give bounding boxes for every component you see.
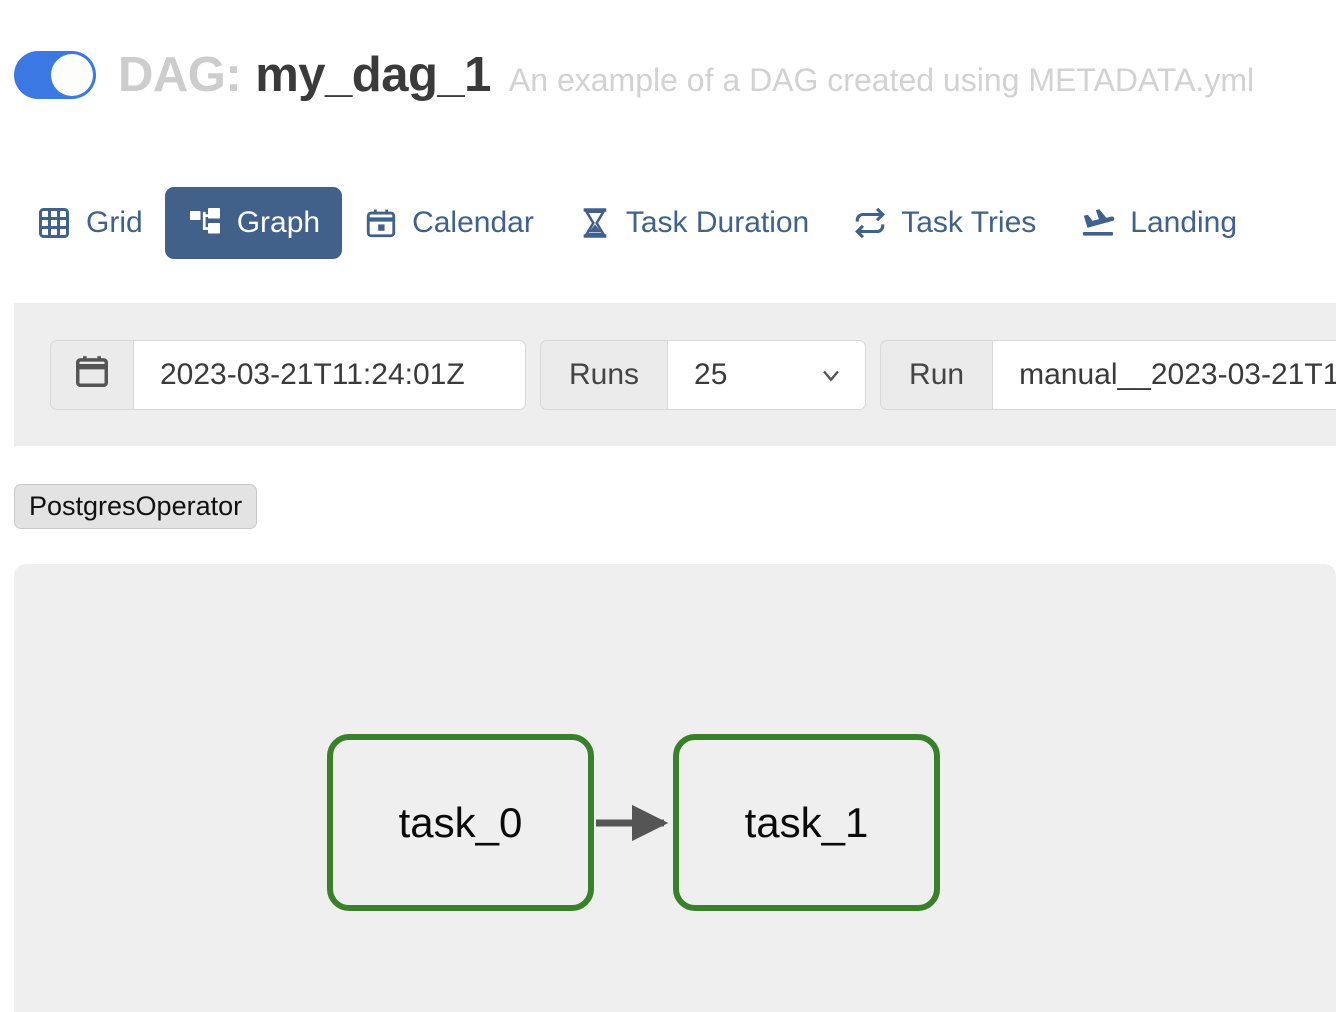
dag-pause-toggle[interactable]: [14, 51, 96, 99]
page-title: DAG: my_dag_1 An example of a DAG create…: [118, 47, 1254, 103]
repeat-icon: [853, 206, 887, 240]
legend-badge-postgresoperator[interactable]: PostgresOperator: [14, 484, 258, 529]
graph-icon: [187, 205, 223, 241]
view-tabs: Grid Graph Calendar Task Duration Task T…: [14, 178, 1259, 268]
tab-graph[interactable]: Graph: [164, 187, 343, 259]
runs-count-select[interactable]: 25: [668, 339, 867, 410]
dag-label: DAG:: [118, 48, 242, 102]
tab-landing-times[interactable]: Landing: [1058, 187, 1259, 259]
tab-task-tries[interactable]: Task Tries: [831, 188, 1058, 258]
hourglass-icon: [578, 206, 612, 240]
chevron-down-icon: [817, 361, 845, 389]
graph-node-task_1[interactable]: task_1: [673, 734, 940, 911]
tab-task-tries-label: Task Tries: [901, 206, 1037, 239]
tab-landing-times-label: Landing: [1130, 206, 1238, 239]
date-picker-button[interactable]: [50, 339, 134, 410]
runs-label: Runs: [540, 339, 669, 410]
run-id-select[interactable]: manual__2023-03-21T11:2: [993, 339, 1336, 410]
tab-graph-label: Graph: [236, 206, 321, 239]
runs-count-value: 25: [694, 357, 728, 391]
graph-node-task_0[interactable]: task_0: [327, 734, 594, 911]
tab-calendar[interactable]: Calendar: [342, 188, 556, 258]
dag-header: DAG: my_dag_1 An example of a DAG create…: [0, 0, 1336, 150]
tab-grid-label: Grid: [86, 206, 143, 239]
plane-landing-icon: [1080, 205, 1116, 241]
tab-task-duration-label: Task Duration: [625, 206, 810, 239]
grid-icon: [36, 205, 72, 241]
execution-date-input[interactable]: 2023-03-21T11:24:01Z: [134, 339, 526, 410]
toggle-knob: [51, 54, 93, 96]
graph-node-label: task_0: [398, 798, 523, 846]
tab-grid[interactable]: Grid: [14, 187, 165, 259]
run-select-group: Run manual__2023-03-21T11:2: [880, 339, 1336, 410]
operator-legend: PostgresOperator: [14, 484, 258, 529]
dag-graph-canvas[interactable]: task_0 task_1: [14, 564, 1336, 1012]
run-filter-bar: 2023-03-21T11:24:01Z Runs 25 Run manual_…: [14, 303, 1336, 446]
tab-calendar-label: Calendar: [412, 206, 534, 239]
run-label: Run: [880, 339, 994, 410]
calendar-icon: [73, 352, 111, 398]
execution-date-group: 2023-03-21T11:24:01Z: [50, 339, 526, 410]
tab-task-duration[interactable]: Task Duration: [556, 188, 831, 258]
dag-description: An example of a DAG created using METADA…: [508, 62, 1255, 98]
calendar-icon: [364, 206, 398, 240]
graph-node-label: task_1: [744, 798, 869, 846]
dag-name: my_dag_1: [255, 48, 491, 102]
runs-count-group: Runs 25: [540, 339, 867, 410]
